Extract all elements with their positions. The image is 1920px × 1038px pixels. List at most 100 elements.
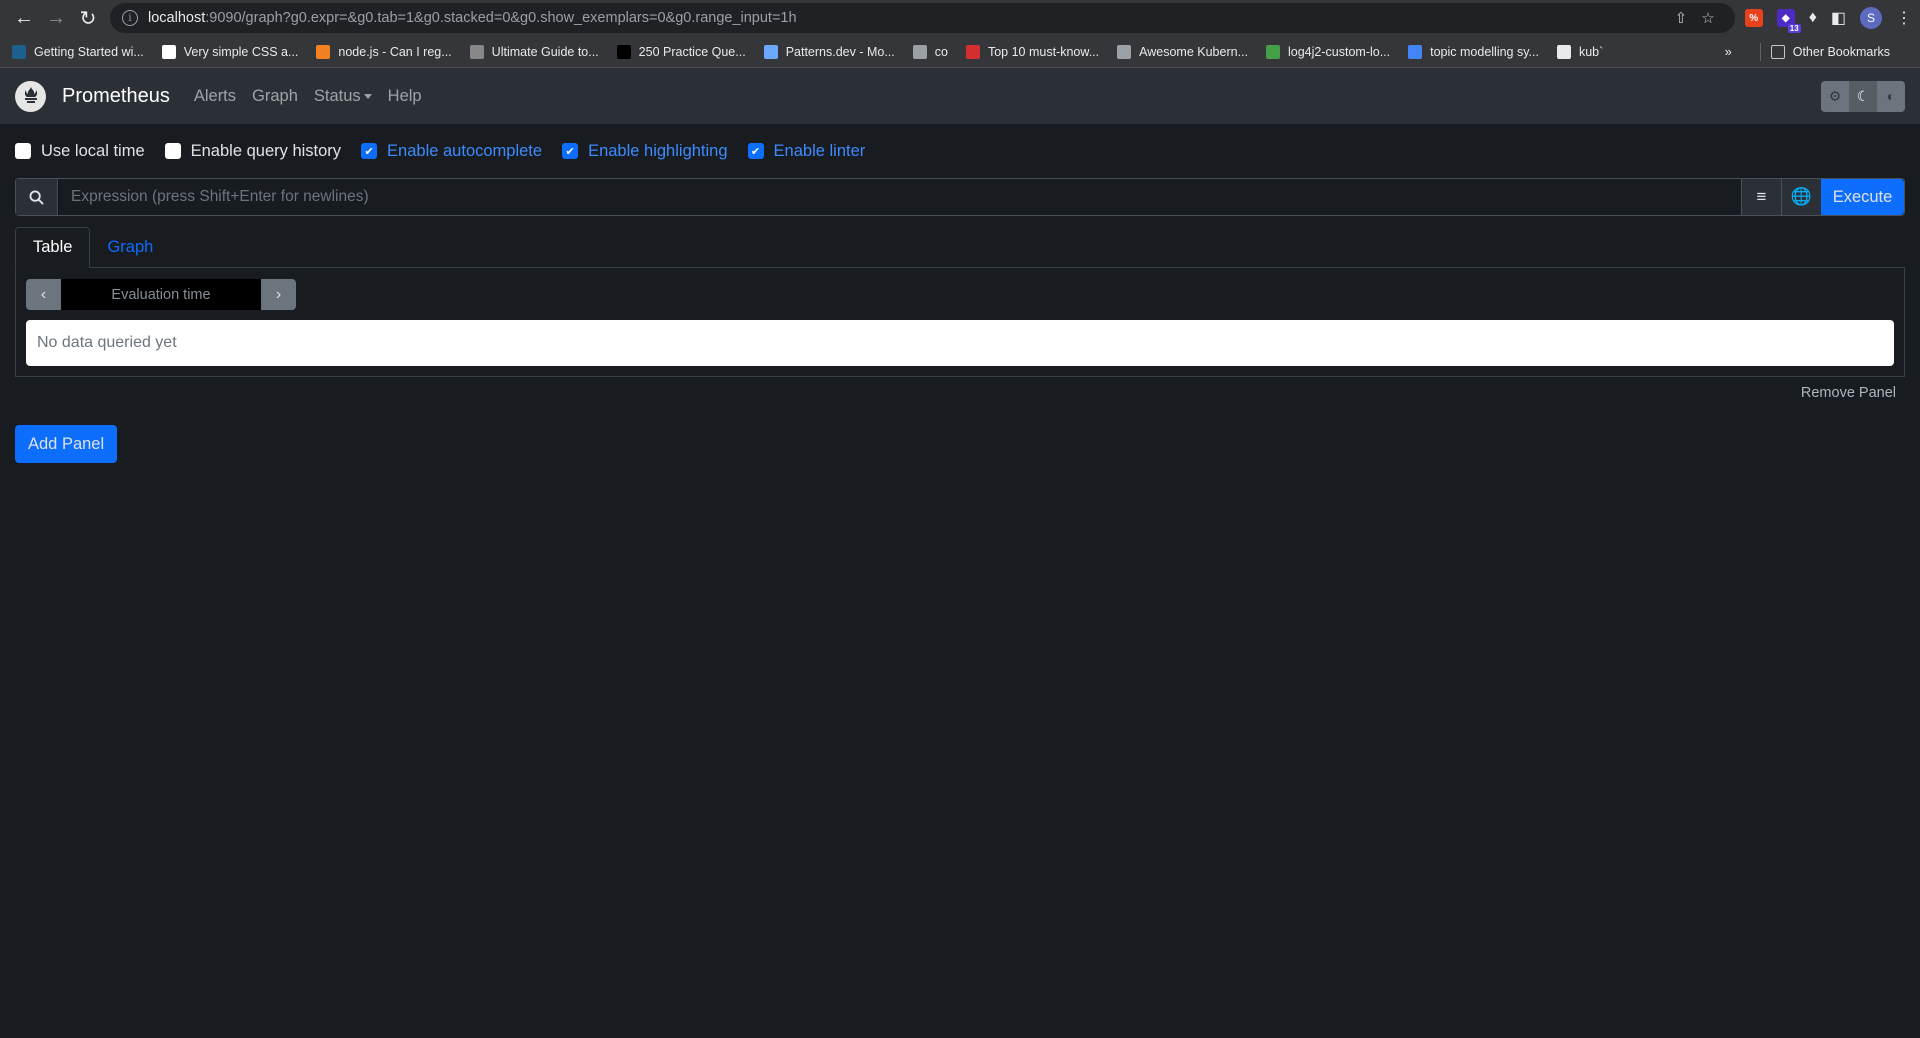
bookmark-item[interactable]: Getting Started wi... — [12, 44, 144, 59]
bookmark-item[interactable]: Top 10 must-know... — [965, 44, 1099, 59]
doc-icon — [1556, 44, 1571, 59]
contrast-icon: ◐ — [1886, 88, 1896, 104]
option-label: Use local time — [41, 141, 145, 160]
checkbox[interactable] — [164, 143, 181, 159]
bookmark-label: co — [934, 44, 948, 59]
light-theme-button[interactable]: ⚙ — [1821, 80, 1849, 112]
format-expression-button[interactable]: ≡ — [1741, 179, 1781, 215]
bookmark-label: Patterns.dev - Mo... — [785, 44, 895, 59]
globe-icon: 🌐 — [1790, 187, 1813, 206]
checkbox[interactable]: ✔ — [361, 143, 378, 159]
forward-button[interactable]: → — [40, 2, 72, 34]
address-bar[interactable]: i localhost:9090/graph?g0.expr=&g0.tab=1… — [110, 3, 1735, 33]
table-panel: ‹ › No data queried yet — [15, 268, 1905, 377]
bookmark-label: Very simple CSS a... — [183, 44, 299, 59]
bookmark-item[interactable]: node.js - Can I reg... — [316, 44, 452, 59]
reload-button[interactable]: ↻ — [72, 2, 104, 34]
bookmark-label: kub` — [1578, 44, 1604, 59]
option-use-local-time[interactable]: Use local time — [15, 142, 145, 161]
option-enable-autocomplete[interactable]: ✔ Enable autocomplete — [361, 142, 542, 161]
article-icon — [965, 44, 980, 59]
options-row: Use local time Enable query history ✔ Enabl… — [15, 124, 1905, 178]
bookmark-label: Getting Started wi... — [34, 44, 144, 59]
app-navbar: Prometheus Alerts Graph Status Help ⚙ ☾ … — [0, 68, 1920, 124]
browser-toolbar: ← → ↻ i localhost:9090/graph?g0.expr=&g0… — [0, 0, 1920, 36]
share-icon[interactable]: ⇧ — [1675, 9, 1688, 27]
extension-icon[interactable]: % — [1744, 9, 1763, 27]
checkbox[interactable]: ✔ — [747, 143, 764, 159]
dark-theme-button[interactable]: ☾ — [1849, 80, 1877, 112]
board-icon — [12, 44, 26, 59]
moon-icon: ☾ — [1856, 87, 1870, 104]
back-button[interactable]: ← — [8, 2, 40, 34]
site-info-icon[interactable]: i — [122, 10, 138, 26]
bookmark-label: Awesome Kubern... — [1139, 44, 1248, 59]
evaluation-time-picker: ‹ › — [26, 279, 296, 310]
profile-avatar[interactable]: S — [1860, 7, 1882, 29]
option-label: Enable linter — [773, 141, 866, 160]
bookmark-item[interactable]: Patterns.dev - Mo... — [763, 44, 895, 59]
bookmark-item[interactable]: topic modelling sy... — [1408, 44, 1539, 59]
brand-title[interactable]: Prometheus — [62, 85, 170, 108]
indent-icon: ≡ — [1756, 187, 1767, 206]
bookmark-item[interactable]: Very simple CSS a... — [161, 44, 299, 59]
execute-button[interactable]: Execute — [1821, 179, 1904, 215]
google-icon — [1408, 44, 1423, 59]
bookmarks-overflow[interactable]: » — [1725, 45, 1732, 59]
divider — [1759, 42, 1761, 61]
site-icon — [469, 44, 484, 59]
sun-icon: ⚙ — [1828, 87, 1842, 104]
option-enable-linter[interactable]: ✔ Enable linter — [747, 141, 866, 161]
stackoverflow-icon — [316, 44, 331, 59]
add-panel-button[interactable]: Add Panel — [15, 425, 118, 463]
prometheus-logo-icon[interactable] — [15, 80, 46, 112]
globe-icon — [912, 44, 927, 59]
nav-alerts[interactable]: Alerts — [194, 87, 236, 106]
bookmark-star-icon[interactable]: ☆ — [1701, 9, 1714, 27]
tab-graph[interactable]: Graph — [90, 227, 170, 267]
option-enable-highlighting[interactable]: ✔ Enable highlighting — [562, 141, 728, 161]
side-panel-icon[interactable]: ◧ — [1831, 8, 1846, 28]
no-data-message: No data queried yet — [26, 320, 1894, 366]
checkbox[interactable]: ✔ — [562, 143, 579, 159]
extension-icon[interactable]: ◆ 13 — [1776, 9, 1801, 33]
bookmark-item[interactable]: 250 Practice Que... — [616, 44, 746, 59]
main-content: Use local time Enable query history ✔ Enabl… — [0, 124, 1920, 463]
extensions-puzzle-icon[interactable]: ♦ — [1809, 9, 1817, 27]
evaluation-time-input[interactable] — [61, 279, 261, 310]
bookmark-label: node.js - Can I reg... — [338, 44, 452, 59]
next-time-button[interactable]: › — [261, 279, 296, 310]
bookmark-item[interactable]: Awesome Kubern... — [1117, 44, 1248, 59]
other-bookmarks[interactable]: Other Bookmarks — [1770, 44, 1890, 59]
bookmark-label: 250 Practice Que... — [638, 44, 746, 59]
bookmark-item[interactable]: Ultimate Guide to... — [469, 44, 599, 59]
bookmark-item[interactable]: kub` — [1556, 44, 1604, 59]
caret-down-icon — [363, 93, 372, 99]
expression-input[interactable] — [58, 179, 1741, 215]
chevron-right-icon: › — [275, 285, 282, 303]
bookmark-item[interactable]: log4j2-custom-lo... — [1266, 44, 1390, 59]
bookmark-item[interactable]: co — [912, 44, 948, 59]
patterns-icon — [763, 44, 778, 59]
nav-help[interactable]: Help — [388, 87, 422, 106]
option-enable-query-history[interactable]: Enable query history — [164, 142, 341, 161]
more-menu-icon[interactable]: ⋮ — [1896, 8, 1912, 28]
bookmarks-bar: Getting Started wi... Very simple CSS a..… — [0, 36, 1920, 68]
globe-icon — [1117, 44, 1132, 59]
theme-toggle-group: ⚙ ☾ ◐ — [1821, 80, 1905, 112]
tab-table[interactable]: Table — [15, 227, 91, 268]
folder-icon — [1770, 44, 1785, 59]
remove-panel-link[interactable]: Remove Panel — [1801, 385, 1896, 401]
prev-time-button[interactable]: ‹ — [26, 279, 61, 310]
option-label: Enable highlighting — [588, 141, 728, 160]
nav-graph[interactable]: Graph — [252, 87, 298, 106]
checkbox[interactable] — [15, 143, 31, 159]
metrics-explorer-button[interactable]: 🌐 — [1781, 179, 1821, 215]
nav-status-dropdown[interactable]: Status — [314, 87, 372, 106]
url-host: localhost — [148, 10, 206, 26]
bookmark-label: Ultimate Guide to... — [491, 44, 599, 59]
bookmark-label: topic modelling sy... — [1430, 44, 1539, 59]
option-label: Enable autocomplete — [387, 141, 543, 160]
auto-theme-button[interactable]: ◐ — [1877, 80, 1905, 112]
codepen-icon — [161, 44, 176, 59]
